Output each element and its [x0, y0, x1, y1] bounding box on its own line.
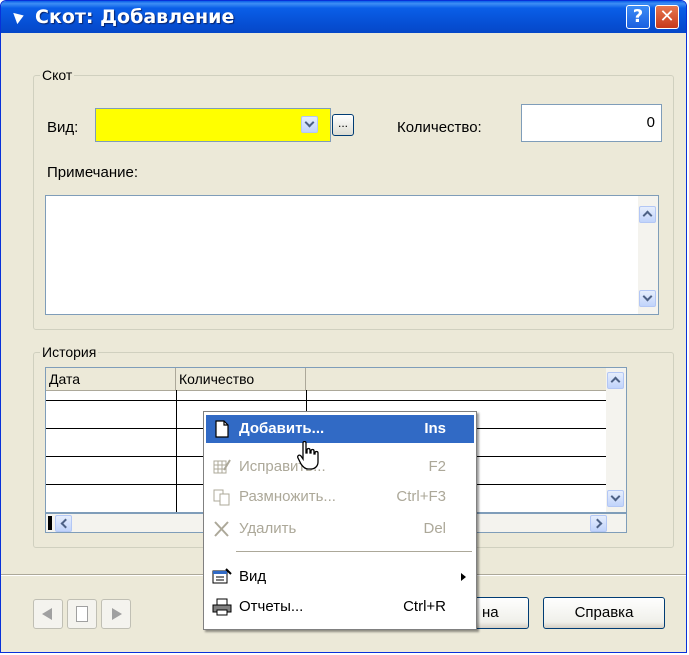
menu-item-edit[interactable]: Исправить... F2 — [206, 453, 474, 481]
menu-item-shortcut: Ins — [424, 420, 446, 437]
app-arrow-icon — [13, 9, 26, 25]
menu-item-reports[interactable]: Отчеты... Ctrl+R — [206, 593, 474, 621]
delete-x-icon — [212, 520, 232, 538]
window-title: Скот: Добавление — [35, 6, 235, 28]
grid-col-line — [176, 390, 177, 512]
hand-cursor-icon — [297, 441, 319, 470]
grid-row-line — [46, 400, 626, 401]
chevron-down-icon[interactable] — [301, 116, 318, 133]
title-bar[interactable]: Скот: Добавление ? ✕ — [1, 1, 686, 33]
note-label: Примечание: — [47, 164, 138, 181]
quantity-value: 0 — [646, 114, 655, 131]
history-group-title: История — [40, 344, 99, 360]
menu-item-shortcut: Ctrl+R — [403, 598, 446, 615]
close-button[interactable]: ✕ — [655, 5, 679, 29]
menu-item-shortcut: Ctrl+F3 — [396, 488, 446, 505]
triangle-left-icon — [42, 608, 52, 620]
note-scrollbar[interactable] — [638, 196, 658, 314]
prev-record-button[interactable] — [33, 599, 63, 629]
printer-icon — [212, 598, 232, 616]
scroll-up-icon[interactable] — [607, 372, 624, 389]
menu-item-label: Размножить... — [239, 488, 336, 505]
edit-table-icon — [212, 458, 232, 476]
help-title-button[interactable]: ? — [626, 5, 650, 29]
grid-vscrollbar[interactable] — [606, 368, 626, 512]
scroll-down-icon[interactable] — [607, 490, 624, 507]
quantity-label: Количество: — [397, 119, 482, 136]
menu-item-delete[interactable]: Удалить Del — [206, 515, 474, 543]
menu-item-label: Добавить... — [239, 420, 325, 437]
quantity-field[interactable]: 0 — [521, 104, 662, 142]
menu-item-shortcut: Del — [423, 520, 446, 537]
submenu-arrow-icon — [461, 573, 466, 581]
blank-record-button[interactable] — [67, 599, 97, 629]
copy-icon — [212, 488, 232, 506]
context-menu: Добавить... Ins Исправить... F2 Размножи… — [203, 411, 477, 630]
cattle-group-title: Скот — [40, 67, 75, 83]
row-indicator — [48, 516, 52, 530]
help-button[interactable]: Справка — [543, 597, 665, 629]
scroll-right-icon[interactable] — [590, 515, 607, 532]
scroll-left-icon[interactable] — [55, 515, 72, 532]
menu-item-label: Отчеты... — [239, 598, 304, 615]
menu-item-shortcut: F2 — [428, 458, 446, 475]
menu-separator — [236, 551, 472, 553]
cancel-button-label: на — [482, 604, 499, 621]
menu-item-add[interactable]: Добавить... Ins — [206, 415, 474, 443]
kind-label: Вид: — [47, 119, 79, 136]
document-icon — [76, 606, 88, 622]
column-header-date[interactable]: Дата — [46, 368, 176, 390]
dialog-window: Скот: Добавление ? ✕ Скот Вид: ... Колич… — [0, 0, 687, 653]
column-header-quantity[interactable]: Количество — [176, 368, 306, 390]
next-record-button[interactable] — [101, 599, 131, 629]
grid-header: Дата Количество — [46, 368, 626, 391]
scroll-up-icon[interactable] — [639, 206, 656, 223]
scroll-down-icon[interactable] — [639, 290, 656, 307]
menu-item-label: Удалить — [239, 520, 297, 537]
new-document-icon — [212, 420, 232, 438]
menu-item-duplicate[interactable]: Размножить... Ctrl+F3 — [206, 483, 474, 511]
kind-combobox[interactable] — [95, 108, 331, 142]
browse-button[interactable]: ... — [332, 114, 354, 136]
view-icon — [212, 568, 232, 586]
triangle-right-icon — [112, 608, 122, 620]
browse-label: ... — [337, 116, 348, 130]
note-textarea[interactable] — [45, 195, 659, 315]
menu-item-view[interactable]: Вид — [206, 563, 474, 591]
menu-item-label: Вид — [239, 568, 267, 585]
